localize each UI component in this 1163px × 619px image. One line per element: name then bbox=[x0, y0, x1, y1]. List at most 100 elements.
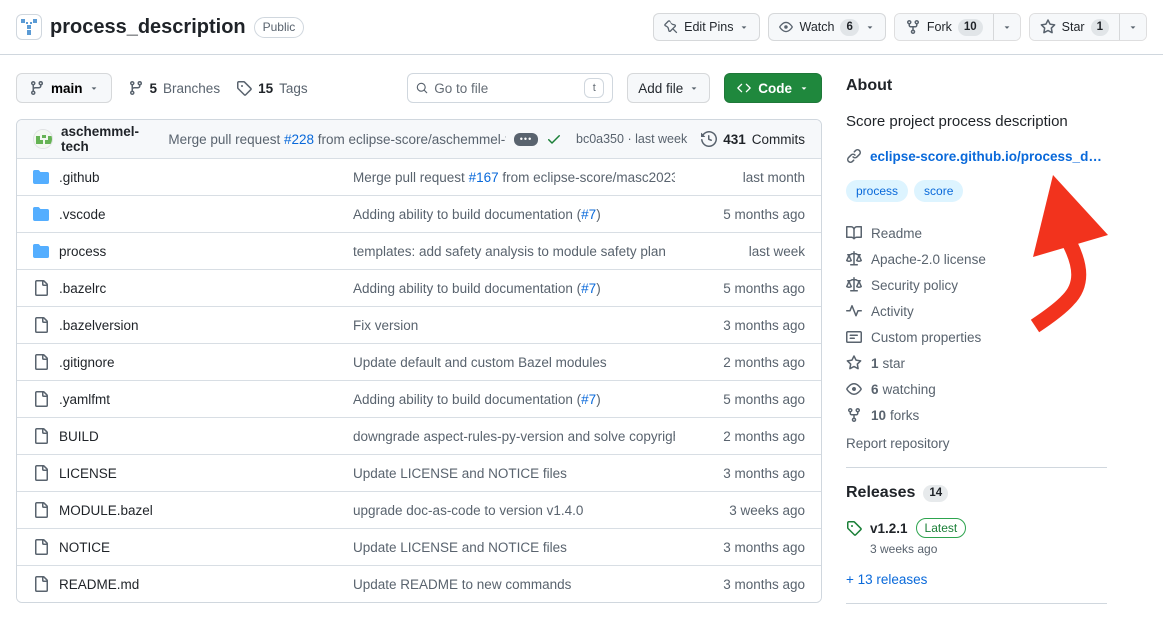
fork-count: 10 bbox=[958, 19, 983, 36]
about-title: About bbox=[846, 77, 1107, 95]
pr-link[interactable]: #228 bbox=[284, 132, 314, 147]
fork-dropdown-button[interactable] bbox=[993, 14, 1020, 40]
star-icon bbox=[1040, 19, 1056, 35]
commit-author-link[interactable]: aschemmel-tech bbox=[61, 124, 160, 154]
commit-history-link[interactable]: 431 Commits bbox=[701, 131, 805, 147]
readme-link[interactable]: Readme bbox=[846, 220, 1107, 246]
add-file-button[interactable]: Add file bbox=[627, 73, 710, 103]
file-link[interactable]: MODULE.bazel bbox=[59, 503, 153, 518]
commit-author-avatar[interactable] bbox=[33, 129, 53, 149]
commit-message-cell[interactable]: Adding ability to build documentation (#… bbox=[353, 207, 675, 222]
table-row[interactable]: BUILD downgrade aspect-rules-py-version … bbox=[17, 417, 821, 454]
pr-link[interactable]: #7 bbox=[581, 281, 596, 296]
star-button[interactable]: Star 1 bbox=[1030, 14, 1119, 40]
table-row[interactable]: NOTICE Update LICENSE and NOTICE files 3… bbox=[17, 528, 821, 565]
github-repo-page: process_description Public Edit Pins Wat… bbox=[0, 0, 1163, 619]
tag-icon bbox=[236, 80, 252, 96]
file-link[interactable]: LICENSE bbox=[59, 466, 117, 481]
chevron-down-icon bbox=[1128, 22, 1138, 32]
commit-message-cell[interactable]: Update README to new commands bbox=[353, 577, 675, 592]
commit-date: 2 months ago bbox=[675, 355, 805, 370]
pr-link[interactable]: #167 bbox=[469, 170, 499, 185]
fork-button[interactable]: Fork 10 bbox=[895, 14, 993, 40]
fork-icon bbox=[846, 407, 862, 423]
star-dropdown-button[interactable] bbox=[1119, 14, 1146, 40]
checks-passed-icon[interactable] bbox=[546, 131, 562, 147]
more-releases-link[interactable]: + 13 releases bbox=[846, 572, 927, 587]
commit-message-cell[interactable]: Update LICENSE and NOTICE files bbox=[353, 466, 675, 481]
activity-link[interactable]: Activity bbox=[846, 298, 1107, 324]
pr-link[interactable]: #7 bbox=[581, 207, 596, 222]
file-link[interactable]: process bbox=[59, 244, 106, 259]
watchers-link[interactable]: 6 watching bbox=[846, 376, 1107, 402]
table-row[interactable]: .bazelrc Adding ability to build documen… bbox=[17, 269, 821, 306]
org-avatar[interactable] bbox=[16, 14, 42, 40]
topics-list: process score bbox=[846, 180, 1107, 202]
star-split-button: Star 1 bbox=[1029, 13, 1147, 41]
custom-properties-link[interactable]: Custom properties bbox=[846, 324, 1107, 350]
topic-tag[interactable]: process bbox=[846, 180, 908, 202]
file-link[interactable]: .vscode bbox=[59, 207, 106, 222]
table-row[interactable]: MODULE.bazel upgrade doc-as-code to vers… bbox=[17, 491, 821, 528]
commit-date: 3 weeks ago bbox=[675, 503, 805, 518]
table-row[interactable]: .bazelversion Fix version 3 months ago bbox=[17, 306, 821, 343]
pr-link[interactable]: #7 bbox=[581, 392, 596, 407]
commit-message-cell[interactable]: Adding ability to build documentation (#… bbox=[353, 392, 675, 407]
fork-icon bbox=[905, 19, 921, 35]
report-repository-link[interactable]: Report repository bbox=[846, 436, 1107, 451]
repo-title[interactable]: process_description bbox=[50, 16, 246, 39]
latest-commit-bar: aschemmel-tech Merge pull request #228 f… bbox=[17, 120, 821, 158]
watch-button[interactable]: Watch 6 bbox=[768, 13, 885, 41]
commit-message-cell[interactable]: downgrade aspect-rules-py-version and so… bbox=[353, 429, 675, 444]
code-button[interactable]: Code bbox=[724, 73, 822, 103]
commit-sha-time[interactable]: bc0a350 · last week bbox=[576, 132, 687, 146]
commit-message-cell[interactable]: Update default and custom Bazel modules bbox=[353, 355, 675, 370]
pulse-icon bbox=[846, 303, 862, 319]
file-link[interactable]: .github bbox=[59, 170, 100, 185]
forks-link[interactable]: 10 forks bbox=[846, 402, 1107, 428]
file-link[interactable]: BUILD bbox=[59, 429, 99, 444]
commit-message-expand-button[interactable]: ••• bbox=[514, 133, 538, 146]
file-link[interactable]: .yamlfmt bbox=[59, 392, 110, 407]
file-link[interactable]: .gitignore bbox=[59, 355, 115, 370]
table-row[interactable]: README.md Update README to new commands … bbox=[17, 565, 821, 602]
security-policy-link[interactable]: Security policy bbox=[846, 272, 1107, 298]
commit-message-cell[interactable]: Merge pull request #167 from eclipse-sco… bbox=[353, 170, 675, 185]
release-version-link[interactable]: v1.2.1 bbox=[870, 521, 908, 536]
file-icon bbox=[33, 539, 49, 555]
stargazers-link[interactable]: 1 star bbox=[846, 350, 1107, 376]
commit-message-cell[interactable]: templates: add safety analysis to module… bbox=[353, 244, 675, 259]
license-link[interactable]: Apache-2.0 license bbox=[846, 246, 1107, 272]
file-link[interactable]: NOTICE bbox=[59, 540, 110, 555]
repo-sidebar: About Score project process description … bbox=[846, 73, 1107, 619]
table-row[interactable]: .gitignore Update default and custom Baz… bbox=[17, 343, 821, 380]
file-link[interactable]: .bazelrc bbox=[59, 281, 106, 296]
commit-message-cell[interactable]: upgrade doc-as-code to version v1.4.0 bbox=[353, 503, 675, 518]
file-link[interactable]: README.md bbox=[59, 577, 139, 592]
table-row[interactable]: process templates: add safety analysis t… bbox=[17, 232, 821, 269]
branches-link[interactable]: 5 Branches bbox=[128, 80, 221, 96]
tags-link[interactable]: 15 Tags bbox=[236, 80, 308, 96]
website-link[interactable]: eclipse-score.github.io/process_descr... bbox=[870, 149, 1107, 164]
edit-pins-button[interactable]: Edit Pins bbox=[653, 13, 760, 41]
commit-message[interactable]: Merge pull request #228 from eclipse-sco… bbox=[168, 132, 506, 147]
go-to-file-input[interactable] bbox=[434, 81, 578, 96]
go-to-file-box[interactable]: t bbox=[407, 73, 613, 103]
table-row[interactable]: LICENSE Update LICENSE and NOTICE files … bbox=[17, 454, 821, 491]
commit-message-cell[interactable]: Update LICENSE and NOTICE files bbox=[353, 540, 675, 555]
file-link[interactable]: .bazelversion bbox=[59, 318, 139, 333]
releases-title-link[interactable]: Releases bbox=[846, 484, 915, 502]
commit-message-cell[interactable]: Adding ability to build documentation (#… bbox=[353, 281, 675, 296]
commit-message-cell[interactable]: Fix version bbox=[353, 318, 675, 333]
table-row[interactable]: .vscode Adding ability to build document… bbox=[17, 195, 821, 232]
folder-icon bbox=[33, 243, 49, 259]
star-icon bbox=[846, 355, 862, 371]
topic-tag[interactable]: score bbox=[914, 180, 963, 202]
commit-date: 3 months ago bbox=[675, 577, 805, 592]
table-row[interactable]: .yamlfmt Adding ability to build documen… bbox=[17, 380, 821, 417]
file-icon bbox=[33, 280, 49, 296]
table-row[interactable]: .github Merge pull request #167 from ecl… bbox=[17, 158, 821, 195]
branch-selector[interactable]: main bbox=[16, 73, 112, 103]
file-icon bbox=[33, 428, 49, 444]
watch-count: 6 bbox=[840, 19, 858, 36]
